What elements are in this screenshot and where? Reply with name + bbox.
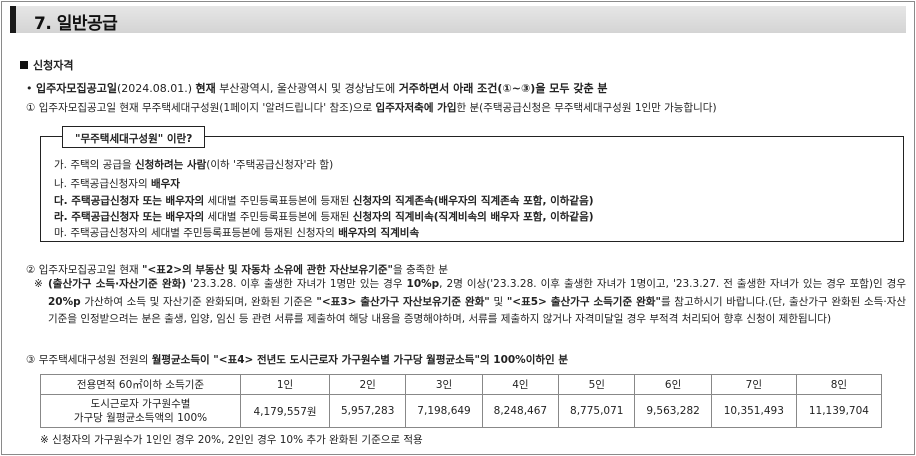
- main-condition-prefix: 입주자모집공고일: [36, 82, 117, 95]
- definition-line-bold: 신청자의 직계비속(직계비속의 배우자 포함, 이하같음): [352, 211, 594, 223]
- condition-1-bold: 입주자저축에 가입: [375, 102, 457, 114]
- income-table-cell: 11,139,704: [795, 394, 883, 428]
- main-condition-mid: 부산광역시, 울산광역시 및 경상남도에: [215, 82, 399, 95]
- income-table-value-row: 도시근로자 가구원수별가구당 월평균소득액의 100% 4,179,557원 5…: [40, 394, 883, 428]
- note-text: (출산가구 소득·자산기준 완화) '23.3.28. 이후 출생한 자녀가 1…: [48, 276, 906, 329]
- condition-2-bold: "<표2>의 부동산 및 자동차 소유에 관한 자산보유기준": [142, 264, 394, 276]
- definition-line-text: 세대별 주민등록표등본에 등재된: [204, 195, 353, 207]
- note-bold: "<표5> 출산가구 소득기준 완화": [506, 295, 661, 308]
- note-bold: (출산가구 소득·자산기준 완화): [48, 278, 187, 290]
- note-bold: 20%p: [48, 295, 81, 308]
- income-table-cell: 9,563,282: [634, 394, 712, 428]
- income-table-header-label: 전용면적 60㎡이하 소득기준: [40, 374, 241, 395]
- income-table: 전용면적 60㎡이하 소득기준 1인 2인 3인 4인 5인 6인 7인 8인 …: [40, 374, 883, 428]
- income-table-cell: 8,775,071: [558, 394, 636, 428]
- subsection-title-text: 신청자격: [33, 59, 74, 72]
- income-table-col: 5인: [558, 374, 636, 395]
- definition-line-bold: 배우자의 직계비속: [338, 227, 420, 239]
- definition-line-bold: 다. 주택공급신청자 또는 배우자의: [54, 195, 205, 207]
- square-bullet-icon: [20, 61, 28, 69]
- note-bold: 10%p: [406, 278, 440, 290]
- definition-line-bold: 신청자의 직계존속(배우자의 직계존속 포함, 이하같음): [352, 195, 594, 207]
- income-table-col: 7인: [710, 374, 797, 395]
- income-table-cell: 4,179,557원: [240, 394, 330, 428]
- condition-3-pre: ③ 무주택세대구성원 전원의: [26, 354, 152, 366]
- income-table-cell: 10,351,493: [710, 394, 797, 428]
- definition-line-text: (이하 '주택공급신청자'라 함): [206, 159, 334, 171]
- childbirth-relief-note: ※ (출산가구 소득·자산기준 완화) '23.3.28. 이후 출생한 자녀가…: [34, 276, 906, 329]
- main-condition: • 입주자모집공고일(2024.08.01.) 현재 부산광역시, 울산광역시 …: [26, 80, 608, 96]
- reference-mark-icon: ※: [34, 278, 43, 290]
- income-table-cell: 7,198,649: [405, 394, 483, 428]
- income-table-col: 2인: [328, 374, 407, 395]
- definition-line-ga: 가. 주택의 공급을 신청하려는 사람(이하 '주택공급신청자'라 함): [54, 157, 333, 172]
- income-table-col: 6인: [634, 374, 712, 395]
- page-title: 7. 일반공급: [34, 14, 118, 34]
- condition-1-pre: ① 입주자모집공고일 현재 무주택세대구성원(1페이지 '알려드립니다' 참조)…: [26, 102, 376, 114]
- definition-line-na: 나. 주택공급신청자의 배우자: [54, 176, 180, 191]
- condition-1: ① 입주자모집공고일 현재 무주택세대구성원(1페이지 '알려드립니다' 참조)…: [26, 100, 717, 115]
- bullet-icon: •: [26, 82, 33, 95]
- income-table-row-label: 도시근로자 가구원수별가구당 월평균소득액의 100%: [40, 394, 241, 428]
- condition-2-post: 을 충족한 분: [393, 264, 448, 276]
- footnote: ※ 신청자의 가구원수가 1인인 경우 20%, 2인인 경우 10% 추가 완…: [40, 434, 423, 446]
- definition-box-tag: "무주택세대구성원" 이란?: [62, 126, 206, 148]
- definition-line-da: 다. 주택공급신청자 또는 배우자의 세대별 주민등록표등본에 등재된 신청자의…: [54, 193, 594, 208]
- definition-line-bold: 라. 주택공급신청자 또는 배우자의: [54, 211, 205, 223]
- note-text-part: '23.3.28. 이후 출생한 자녀가 1명만 있는 경우: [186, 278, 407, 290]
- condition-2: ② 입주자모집공고일 현재 "<표2>의 부동산 및 자동차 소유에 관한 자산…: [26, 262, 448, 277]
- note-text-part: 및: [489, 295, 507, 308]
- definition-line-ma: 마. 주택공급신청자의 세대별 주민등록표등본에 등재된 신청자의 배우자의 직…: [54, 225, 419, 240]
- main-condition-bold1: 현재: [195, 82, 216, 95]
- income-table-col: 1인: [240, 374, 330, 395]
- main-condition-date: (2024.08.01.): [116, 82, 196, 95]
- note-text-part: 가산하여 소득 및 자산기준 완화되며, 완화된 기준은: [80, 295, 317, 308]
- condition-2-pre: ② 입주자모집공고일 현재: [26, 264, 143, 276]
- main-condition-bold2: 거주하면서 아래 조건(①~③)을 모두 갖춘 분: [398, 82, 608, 95]
- definition-line-text: 나. 주택공급신청자의: [54, 178, 151, 190]
- row-label-line: 도시근로자 가구원수별: [90, 398, 191, 410]
- income-table-header-row: 전용면적 60㎡이하 소득기준 1인 2인 3인 4인 5인 6인 7인 8인: [40, 374, 883, 395]
- subsection-title: 신청자격: [20, 57, 73, 73]
- income-table-cell: 8,248,467: [481, 394, 560, 428]
- condition-3-bold: 월평균소득이 "<표4> 전년도 도시근로자 가구원수별 가구당 월평균소득"의…: [151, 354, 568, 366]
- condition-3: ③ 무주택세대구성원 전원의 월평균소득이 "<표4> 전년도 도시근로자 가구…: [26, 352, 568, 367]
- definition-line-bold: 배우자: [150, 178, 180, 190]
- row-label-line: 가구당 월평균소득액의 100%: [73, 412, 208, 424]
- definition-line-bold: 신청하려는 사람: [134, 159, 207, 171]
- income-table-cell: 5,957,283: [328, 394, 407, 428]
- income-table-col: 3인: [405, 374, 483, 395]
- definition-line-text: 세대별 주민등록표등본에 등재된: [204, 211, 353, 223]
- income-table-col: 4인: [481, 374, 560, 395]
- note-text-part: , 2명 이상('23.3.28. 이후 출생한 자녀가 1명이고, '23.3…: [439, 278, 906, 290]
- definition-line-ra: 라. 주택공급신청자 또는 배우자의 세대별 주민등록표등본에 등재된 신청자의…: [54, 209, 594, 224]
- definition-line-text: 마. 주택공급신청자의 세대별 주민등록표등본에 등재된 신청자의: [54, 227, 339, 239]
- note-bold: "<표3> 출산가구 자산보유기준 완화": [316, 295, 490, 308]
- condition-1-post: 한 분(주택공급신청은 무주택세대구성원 1인만 가능합니다): [456, 102, 717, 114]
- section-header: 7. 일반공급: [10, 6, 906, 34]
- income-table-col: 8인: [795, 374, 883, 395]
- definition-line-text: 가. 주택의 공급을: [54, 159, 135, 171]
